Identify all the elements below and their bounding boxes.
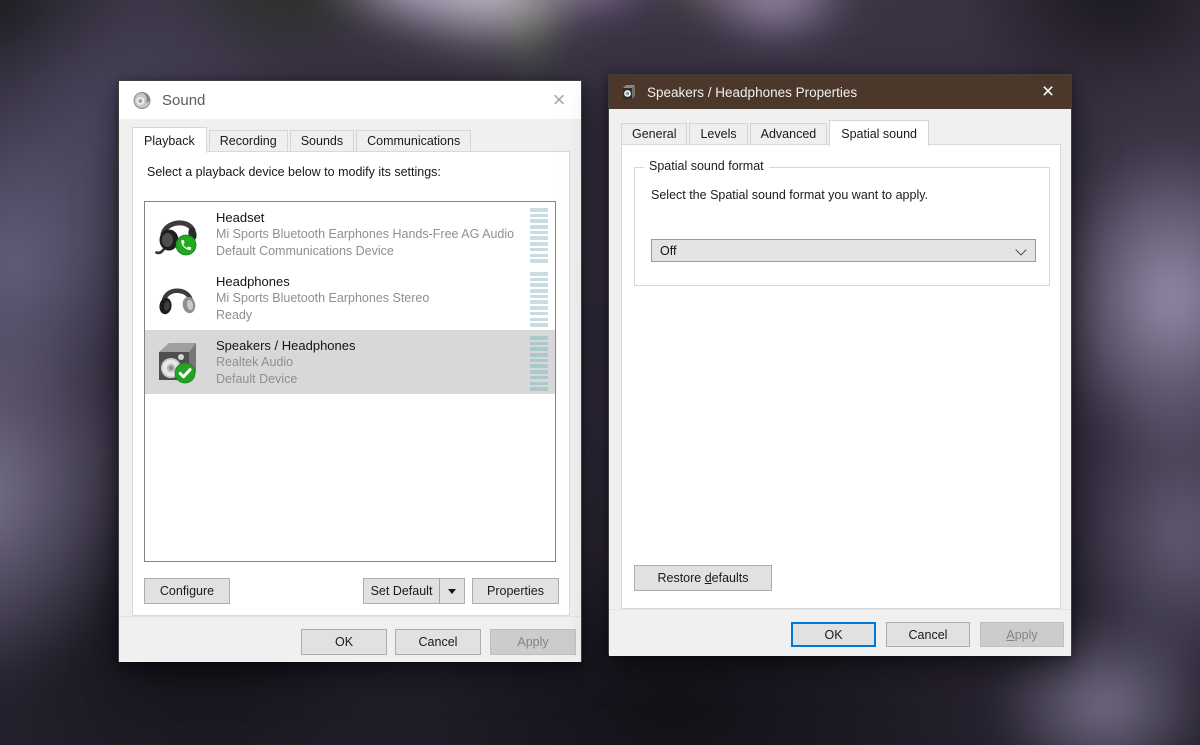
phone-badge (176, 235, 196, 255)
sound-titlebar[interactable]: Sound × (119, 81, 581, 119)
device-status: Default Communications Device (216, 243, 514, 260)
properties-titlebar[interactable]: Speakers / Headphones Properties × (609, 75, 1071, 109)
check-badge (175, 363, 195, 383)
device-name: Headphones (216, 273, 429, 290)
tab-general[interactable]: General (621, 123, 687, 145)
ok-button[interactable]: OK (791, 622, 876, 647)
sound-dialog-icon (133, 91, 152, 110)
spatial-format-description: Select the Spatial sound format you want… (651, 188, 928, 202)
device-name: Speakers / Headphones (216, 337, 355, 354)
tab-playback[interactable]: Playback (132, 127, 207, 153)
playback-instruction: Select a playback device below to modify… (147, 165, 441, 179)
sound-dialog-title: Sound (162, 92, 205, 109)
cancel-button[interactable]: Cancel (886, 622, 970, 647)
playback-device-list: Headset Mi Sports Bluetooth Earphones Ha… (144, 201, 556, 562)
volume-meter (530, 208, 548, 265)
ok-button[interactable]: OK (301, 629, 387, 655)
headphones-icon (154, 275, 200, 321)
properties-dialog-title: Speakers / Headphones Properties (647, 85, 857, 100)
dropdown-arrow-icon (448, 589, 456, 594)
tab-recording[interactable]: Recording (209, 130, 288, 152)
cancel-button[interactable]: Cancel (395, 629, 481, 655)
device-description: Realtek Audio (216, 354, 355, 371)
spatial-sound-format-group: Spatial sound format Select the Spatial … (634, 167, 1050, 286)
tab-sounds[interactable]: Sounds (290, 130, 354, 152)
device-row-headset[interactable]: Headset Mi Sports Bluetooth Earphones Ha… (145, 202, 555, 266)
spatial-sound-tab-page: Spatial sound format Select the Spatial … (621, 144, 1061, 609)
headset-icon (154, 211, 200, 257)
set-default-dropdown[interactable] (439, 579, 464, 603)
speakers-properties-dialog: Speakers / Headphones Properties × Gener… (608, 74, 1072, 655)
device-status: Ready (216, 307, 429, 324)
properties-footer: OK Cancel Apply (609, 609, 1071, 656)
close-icon[interactable]: × (1025, 75, 1071, 109)
device-description: Mi Sports Bluetooth Earphones Stereo (216, 290, 429, 307)
sound-footer: OK Cancel Apply (119, 616, 581, 662)
device-status: Default Device (216, 371, 355, 388)
apply-button: Apply (980, 622, 1064, 647)
apply-mnemonic: A (1006, 628, 1014, 642)
tab-advanced[interactable]: Advanced (750, 123, 828, 145)
tab-spatial-sound[interactable]: Spatial sound (829, 120, 929, 146)
set-default-split-button: Set Default (363, 578, 465, 604)
device-description: Mi Sports Bluetooth Earphones Hands-Free… (216, 226, 514, 243)
apply-label: pply (1015, 628, 1038, 642)
restore-label-end: efaults (712, 571, 749, 585)
spatial-format-dropdown[interactable]: Off (651, 239, 1036, 262)
sound-dialog: Sound × Playback Recording Sounds Commun… (118, 80, 582, 662)
apply-button: Apply (490, 629, 576, 655)
volume-meter (530, 272, 548, 329)
device-row-speakers[interactable]: Speakers / Headphones Realtek Audio Defa… (145, 330, 555, 394)
set-default-button[interactable]: Set Default (364, 579, 439, 603)
device-row-headphones[interactable]: Headphones Mi Sports Bluetooth Earphones… (145, 266, 555, 330)
chevron-down-icon (1015, 244, 1026, 255)
configure-button[interactable]: Configure (144, 578, 230, 604)
properties-button[interactable]: Properties (472, 578, 559, 604)
restore-defaults-button[interactable]: Restore defaults (634, 565, 772, 591)
restore-mnemonic: d (705, 571, 712, 585)
volume-meter (530, 336, 548, 393)
group-title: Spatial sound format (644, 159, 769, 173)
device-name: Headset (216, 209, 514, 226)
sound-tabstrip: Playback Recording Sounds Communications (132, 126, 473, 152)
tab-levels[interactable]: Levels (689, 123, 747, 145)
speaker-icon (154, 339, 200, 385)
spatial-format-value: Off (660, 244, 676, 258)
close-icon[interactable]: × (537, 81, 581, 119)
speaker-small-icon (621, 84, 637, 100)
restore-label: Restore (657, 571, 704, 585)
tab-communications[interactable]: Communications (356, 130, 471, 152)
playback-tab-page: Select a playback device below to modify… (132, 151, 570, 616)
properties-tabstrip: General Levels Advanced Spatial sound (621, 119, 931, 145)
